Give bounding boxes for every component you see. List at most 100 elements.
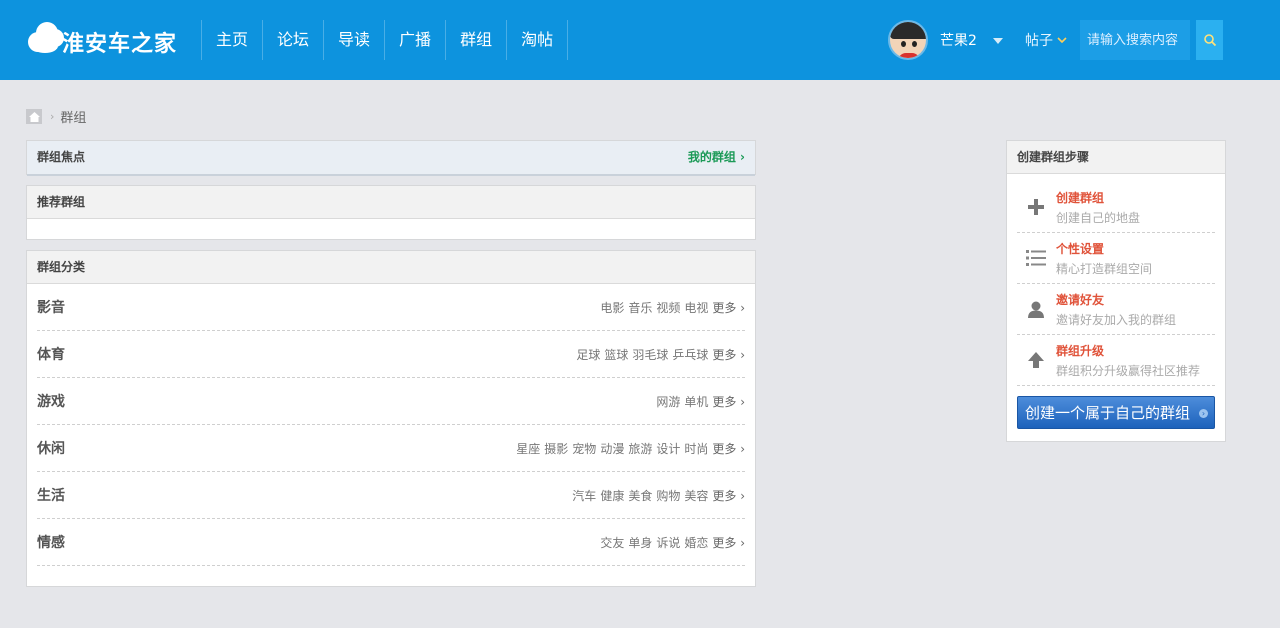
category-link[interactable]: 健康 <box>600 487 624 504</box>
step-title[interactable]: 创建群组 <box>1056 189 1140 206</box>
category-links: 电影 音乐 视频 电视 更多 › <box>600 299 745 316</box>
category-link[interactable]: 购物 <box>656 487 680 504</box>
nav-groups[interactable]: 群组 <box>446 20 508 60</box>
more-link[interactable]: 更多 › <box>712 487 745 504</box>
category-link[interactable]: 美容 <box>684 487 708 504</box>
nav-home[interactable]: 主页 <box>202 20 264 60</box>
category-link[interactable]: 宠物 <box>572 440 596 457</box>
home-icon[interactable] <box>26 109 42 124</box>
category-name[interactable]: 情感 <box>37 532 65 552</box>
plus-icon <box>1025 196 1047 218</box>
category-name[interactable]: 游戏 <box>37 391 65 411</box>
step-title[interactable]: 群组升级 <box>1056 342 1200 359</box>
nav-forum[interactable]: 论坛 <box>263 20 325 60</box>
category-link[interactable]: 旅游 <box>628 440 652 457</box>
caret-down-icon[interactable] <box>992 38 1003 44</box>
category-link[interactable]: 摄影 <box>544 440 568 457</box>
category-row: 游戏 网游 单机 更多 › <box>37 378 745 425</box>
category-link[interactable]: 星座 <box>516 440 540 457</box>
breadcrumb: › 群组 <box>26 107 86 126</box>
category-link[interactable]: 羽毛球 <box>632 346 668 363</box>
main-nav: 主页 论坛 导读 广播 群组 淘帖 <box>201 20 569 60</box>
username[interactable]: 芒果2 <box>940 30 977 50</box>
category-link[interactable]: 篮球 <box>604 346 628 363</box>
logo-cloud-icon <box>26 19 66 55</box>
create-steps-panel: 创建群组步骤 创建群组 创建自己的地盘 个性设置 精心打造群组空间 邀请好友 邀… <box>1006 140 1226 442</box>
step-desc: 创建自己的地盘 <box>1056 210 1141 225</box>
arrow-right-icon: › <box>1199 409 1208 418</box>
category-link[interactable]: 电影 <box>600 299 624 316</box>
more-link[interactable]: 更多 › <box>712 346 745 363</box>
category-links: 交友 单身 诉说 婚恋 更多 › <box>600 534 745 551</box>
category-link[interactable]: 音乐 <box>628 299 652 316</box>
panel-title: 群组焦点 <box>37 150 86 164</box>
category-link[interactable]: 设计 <box>656 440 680 457</box>
category-link[interactable]: 足球 <box>576 346 600 363</box>
nav-broadcast[interactable]: 广播 <box>385 20 447 60</box>
site-logo[interactable]: 淮安车之家 <box>26 14 177 60</box>
create-group-button[interactable]: 创建一个属于自己的群组 › <box>1017 396 1215 429</box>
category-name[interactable]: 影音 <box>37 297 65 317</box>
create-group-button-label: 创建一个属于自己的群组 <box>1025 404 1191 422</box>
category-name[interactable]: 生活 <box>37 485 65 505</box>
chevron-down-icon <box>1057 37 1067 44</box>
breadcrumb-current: 群组 <box>60 111 87 126</box>
step-create[interactable]: 创建群组 创建自己的地盘 <box>1017 182 1215 233</box>
category-link[interactable]: 美食 <box>628 487 652 504</box>
more-link[interactable]: 更多 › <box>712 299 745 316</box>
search-icon <box>1203 34 1216 47</box>
panel-title: 群组分类 <box>37 260 86 274</box>
category-link[interactable]: 汽车 <box>572 487 596 504</box>
category-links: 汽车 健康 美食 购物 美容 更多 › <box>572 487 745 504</box>
category-name[interactable]: 体育 <box>37 344 65 364</box>
user-icon <box>1025 298 1047 320</box>
step-invite[interactable]: 邀请好友 邀请好友加入我的群组 <box>1017 284 1215 335</box>
category-link[interactable]: 网游 <box>656 393 680 410</box>
category-link[interactable]: 婚恋 <box>684 534 708 551</box>
category-links: 网游 单机 更多 › <box>656 393 745 410</box>
panel-title: 推荐群组 <box>37 195 86 209</box>
step-title[interactable]: 邀请好友 <box>1056 291 1176 308</box>
category-link[interactable]: 诉说 <box>656 534 680 551</box>
my-groups-link[interactable]: 我的群组 › <box>688 141 745 174</box>
category-row: 生活 汽车 健康 美食 购物 美容 更多 › <box>37 472 745 519</box>
step-desc: 群组积分升级赢得社区推荐 <box>1056 363 1201 378</box>
search-scope-select[interactable]: 帖子 <box>1025 30 1067 50</box>
category-row: 情感 交友 单身 诉说 婚恋 更多 › <box>37 519 745 566</box>
category-links: 星座 摄影 宠物 动漫 旅游 设计 时尚 更多 › <box>516 440 745 457</box>
step-upgrade[interactable]: 群组升级 群组积分升级赢得社区推荐 <box>1017 335 1215 386</box>
category-link[interactable]: 单机 <box>684 393 708 410</box>
category-link[interactable]: 动漫 <box>600 440 624 457</box>
step-title[interactable]: 个性设置 <box>1056 240 1152 257</box>
category-link[interactable]: 乒乓球 <box>672 346 708 363</box>
breadcrumb-separator: › <box>50 110 55 123</box>
category-link[interactable]: 单身 <box>628 534 652 551</box>
search-button[interactable] <box>1196 20 1223 60</box>
more-link[interactable]: 更多 › <box>712 440 745 457</box>
avatar[interactable] <box>888 20 928 60</box>
search-input[interactable] <box>1080 20 1190 60</box>
category-link[interactable]: 视频 <box>656 299 680 316</box>
category-row: 休闲 星座 摄影 宠物 动漫 旅游 设计 时尚 更多 › <box>37 425 745 472</box>
more-link[interactable]: 更多 › <box>712 534 745 551</box>
nav-guide[interactable]: 导读 <box>324 20 386 60</box>
group-categories-panel: 群组分类 影音 电影 音乐 视频 电视 更多 › 体育 足球 篮球 羽毛球 乒乓球 更多 › 游戏 网游单… <box>26 250 756 587</box>
nav-collections[interactable]: 淘帖 <box>507 20 569 60</box>
recommend-groups-panel: 推荐群组 <box>26 185 756 240</box>
category-row: 体育 足球 篮球 羽毛球 乒乓球 更多 › <box>37 331 745 378</box>
arrow-up-icon <box>1025 349 1047 371</box>
category-links: 足球 篮球 羽毛球 乒乓球 更多 › <box>576 346 745 363</box>
category-name[interactable]: 休闲 <box>37 438 65 458</box>
search-scope-label: 帖子 <box>1025 33 1053 49</box>
user-menu[interactable]: 芒果2 <box>888 20 1003 60</box>
category-list: 影音 电影 音乐 视频 电视 更多 › 体育 足球 篮球 羽毛球 乒乓球 更多 › 游戏 网游 单机 更多 ›… <box>27 284 755 566</box>
step-desc: 邀请好友加入我的群组 <box>1056 312 1177 327</box>
category-link[interactable]: 交友 <box>600 534 624 551</box>
more-link[interactable]: 更多 › <box>712 393 745 410</box>
top-navbar: 淮安车之家 主页 论坛 导读 广播 群组 淘帖 芒果2 帖子 <box>0 0 1280 80</box>
group-focus-panel: 群组焦点 我的群组 › <box>26 140 756 176</box>
category-link[interactable]: 电视 <box>684 299 708 316</box>
category-link[interactable]: 时尚 <box>684 440 708 457</box>
category-row: 影音 电影 音乐 视频 电视 更多 › <box>37 284 745 331</box>
step-settings[interactable]: 个性设置 精心打造群组空间 <box>1017 233 1215 284</box>
